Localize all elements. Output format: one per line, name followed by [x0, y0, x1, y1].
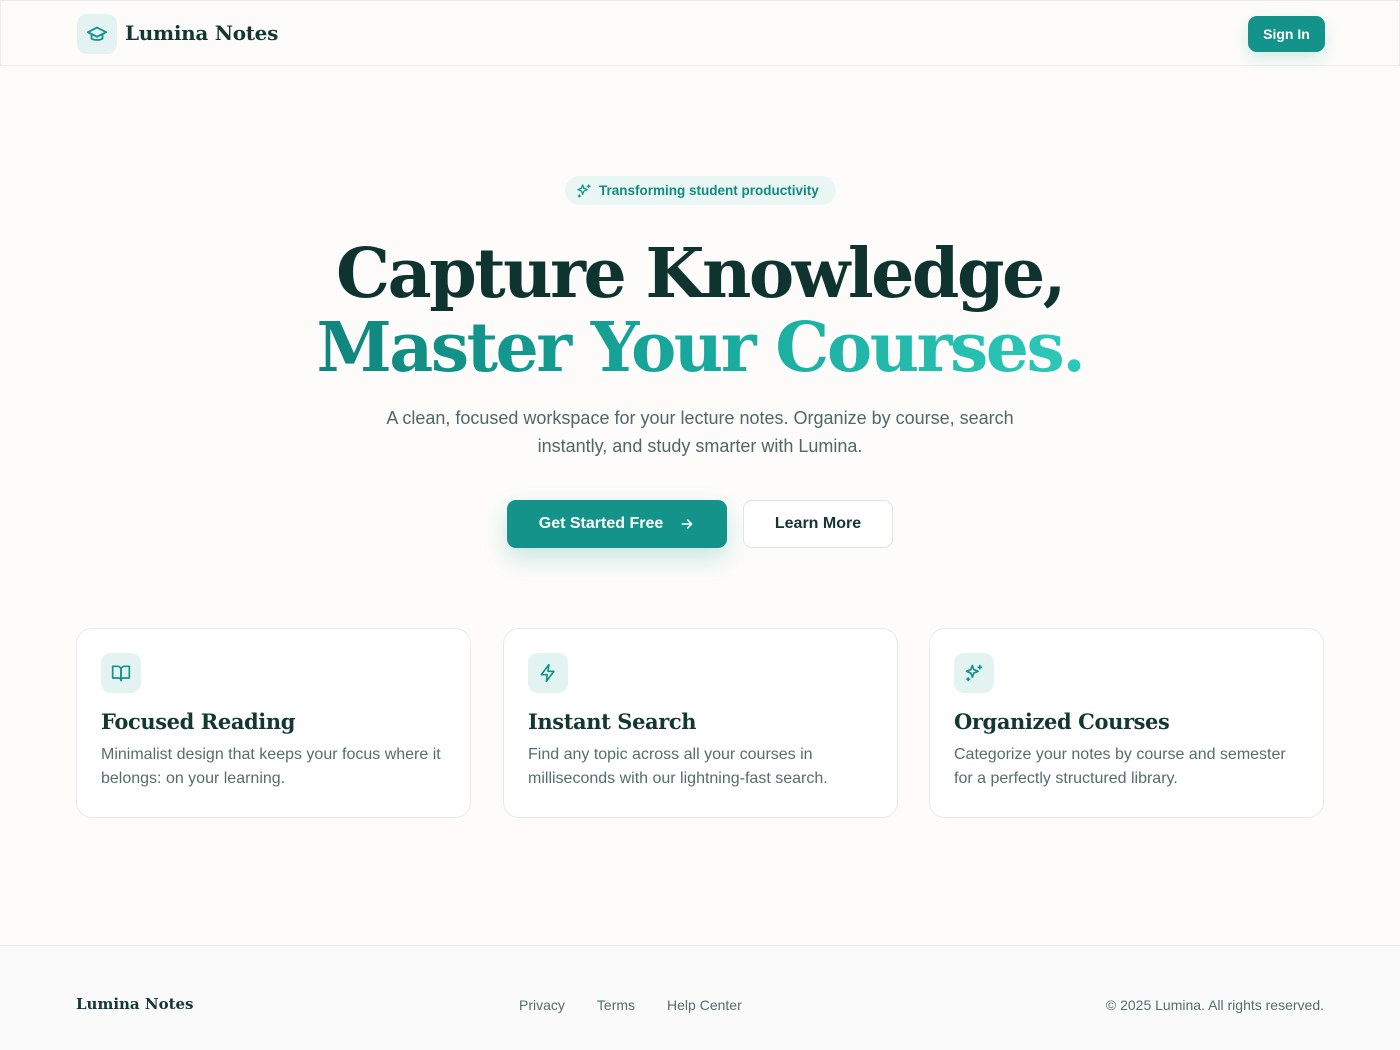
- feature-description: Find any topic across all your courses i…: [528, 746, 828, 787]
- feature-card-instant-search: Instant Search Find any topic across all…: [503, 628, 898, 818]
- footer-link-help-center[interactable]: Help Center: [667, 997, 742, 1013]
- book-open-icon: [111, 665, 131, 682]
- feature-title: Instant Search: [528, 709, 697, 734]
- get-started-button[interactable]: Get Started Free: [507, 500, 727, 548]
- learn-more-button[interactable]: Learn More: [743, 500, 893, 548]
- footer-links: Privacy Terms Help Center: [519, 997, 742, 1013]
- hero-subtitle: A clean, focused workspace for your lect…: [386, 408, 1014, 456]
- hero-title-line1: Capture Knowledge,: [336, 234, 1066, 314]
- hero-badge-label: Transforming student productivity: [599, 183, 819, 198]
- feature-icon-box: [101, 653, 141, 693]
- feature-icon-box: [528, 653, 568, 693]
- get-started-label: Get Started Free: [538, 515, 664, 532]
- feature-title: Organized Courses: [954, 709, 1170, 734]
- logo[interactable]: [77, 14, 117, 54]
- feature-description: Minimalist design that keeps your focus …: [101, 746, 441, 787]
- hero-title-line2: Master Your Courses.: [0, 306, 1400, 390]
- sign-in-button[interactable]: Sign In: [1248, 16, 1325, 52]
- arrow-right-icon: [681, 519, 693, 529]
- feature-description: Categorize your notes by course and seme…: [954, 746, 1286, 787]
- graduation-cap-icon: [86, 26, 108, 41]
- hero-title-line2-text: Master Your Courses.: [316, 308, 1086, 388]
- sparkles-icon: [965, 664, 983, 682]
- feature-card-organized-courses: Organized Courses Categorize your notes …: [929, 628, 1324, 818]
- footer-brand[interactable]: Lumina Notes: [76, 995, 194, 1013]
- footer-copyright: © 2025 Lumina. All rights reserved.: [1105, 997, 1324, 1013]
- feature-title: Focused Reading: [101, 709, 296, 734]
- footer-link-terms[interactable]: Terms: [597, 997, 635, 1013]
- footer-link-privacy[interactable]: Privacy: [519, 997, 565, 1013]
- sparkles-icon: [577, 183, 591, 198]
- footer: Lumina Notes Privacy Terms Help Center ©…: [0, 945, 1400, 1050]
- feature-icon-box: [954, 653, 994, 693]
- feature-card-focused-reading: Focused Reading Minimalist design that k…: [76, 628, 471, 818]
- lightning-icon: [540, 663, 555, 683]
- hero-badge: Transforming student productivity: [565, 176, 836, 205]
- top-nav: Lumina Notes Sign In: [0, 0, 1400, 66]
- brand-name[interactable]: Lumina Notes: [125, 21, 278, 45]
